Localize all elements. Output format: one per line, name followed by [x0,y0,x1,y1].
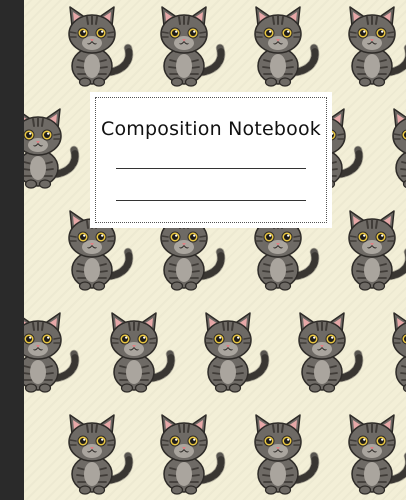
name-writing-line [116,168,306,169]
cat-illustration-icon [111,313,171,392]
cat-illustration-icon [349,7,406,86]
cat-illustration-icon [15,109,75,188]
cat-illustration-icon [393,109,406,188]
cat-illustration-icon [161,7,221,86]
cat-pattern [0,0,406,500]
cat-illustration-icon [15,313,75,392]
title-label-box: Composition Notebook [90,92,332,228]
notebook-spine [0,0,24,500]
notebook-cover: Composition Notebook [0,0,406,500]
cat-illustration-icon [205,313,265,392]
cat-illustration-icon [349,211,406,290]
cat-illustration-icon [161,415,221,494]
cat-illustration-icon [393,313,406,392]
cat-illustration-icon [299,313,359,392]
subject-writing-line [116,200,306,201]
notebook-title: Composition Notebook [101,118,321,140]
cat-illustration-icon [349,415,406,494]
label-dotted-border: Composition Notebook [95,97,327,223]
cat-illustration-icon [255,7,315,86]
cat-illustration-icon [69,7,129,86]
cat-illustration-icon [69,415,129,494]
cat-illustration-icon [255,415,315,494]
